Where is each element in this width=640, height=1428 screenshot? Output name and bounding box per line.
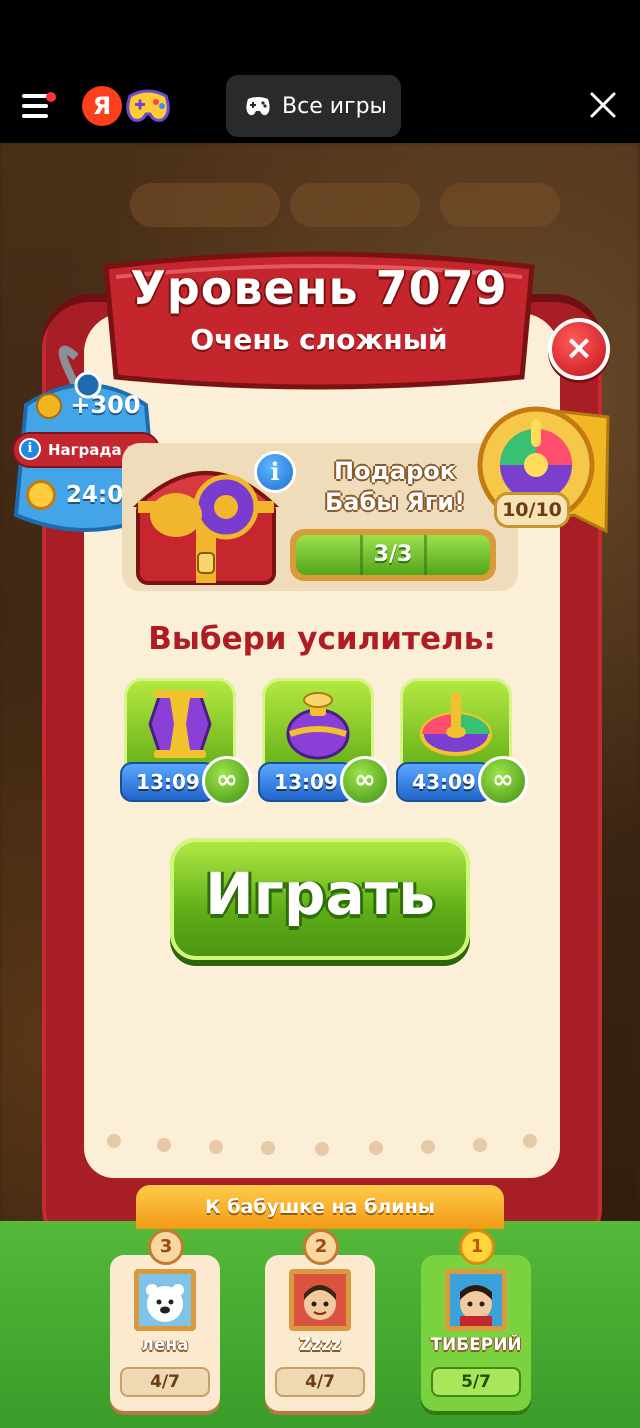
character-avatar-icon [450,1274,502,1326]
player-progress: 5/7 [431,1367,521,1397]
leaderboard-player-current[interactable]: 1 ТИБЕРИЙ 5/7 [421,1229,531,1411]
player-progress: 4/7 [275,1367,365,1397]
info-icon: i [19,438,41,460]
play-button[interactable]: Играть [170,838,470,960]
booster-hourglass[interactable]: 13:09 ∞ [120,678,252,806]
scallop-border [88,1133,556,1177]
player-rank: 1 [459,1229,495,1265]
reward-coins: +300 [36,391,141,419]
spinner-top-icon [420,692,492,756]
player-name: лена [141,1335,189,1355]
gift-title: Подарок Бабы Яги! [300,456,490,518]
leaderboard-title: К бабушке на блины [136,1185,504,1229]
character-avatar-icon [294,1274,346,1326]
player-avatar [289,1269,351,1331]
player-avatar [445,1269,507,1331]
gift-info-button[interactable]: i [254,451,296,493]
reward-coins-value: +300 [70,391,141,419]
hourglass-icon [148,690,212,758]
stopwatch-icon [26,480,56,510]
browser-top-bar: Я Все игры [0,0,640,143]
modal-close-button[interactable]: × [548,318,610,380]
all-games-button[interactable]: Все игры [226,75,401,137]
gift-progress-fill: 3/3 [296,535,490,575]
gift-title-line1: Подарок [333,457,457,485]
leaderboard-player[interactable]: 3 лена 4/7 [110,1229,220,1411]
leaderboard-player[interactable]: 2 Zzzz 4/7 [265,1229,375,1411]
choose-booster-heading: Выбери усилитель: [148,621,496,657]
yandex-logo[interactable]: Я [82,86,122,126]
player-rank: 3 [148,1229,184,1265]
close-icon[interactable] [588,90,618,120]
polar-bear-avatar-icon [139,1274,191,1326]
infinity-icon: ∞ [202,756,252,806]
gift-title-line2: Бабы Яги! [324,488,466,516]
hud-coins-dimmed [130,183,280,227]
player-name: ТИБЕРИЙ [430,1335,522,1355]
hud-lives-dimmed [290,183,420,227]
player-progress: 4/7 [120,1367,210,1397]
gift-progress-bar: 3/3 [290,529,496,581]
player-avatar [134,1269,196,1331]
menu-icon[interactable] [22,92,56,120]
all-games-label: Все игры [282,93,387,119]
notification-dot [46,92,56,102]
level-title: Уровень 7079 [130,261,508,315]
player-name: Zzzz [298,1335,341,1355]
coin-icon [36,393,62,419]
spinner-count-badge: 10/10 [494,492,570,528]
potion-bomb-icon [286,692,350,760]
game-area: Уровень 7079 Очень сложный × +300 i Нагр… [0,143,640,1428]
gamepad-icon [246,97,270,116]
infinity-icon: ∞ [340,756,390,806]
player-rank: 2 [303,1229,339,1265]
booster-spinner-top[interactable]: 43:09 ∞ [396,678,528,806]
hud-stars-dimmed [440,183,560,227]
gamepad-logo-icon[interactable] [124,84,172,126]
gift-progress-text: 3/3 [373,542,413,567]
infinity-icon: ∞ [478,756,528,806]
booster-potion-bomb[interactable]: 13:09 ∞ [258,678,390,806]
